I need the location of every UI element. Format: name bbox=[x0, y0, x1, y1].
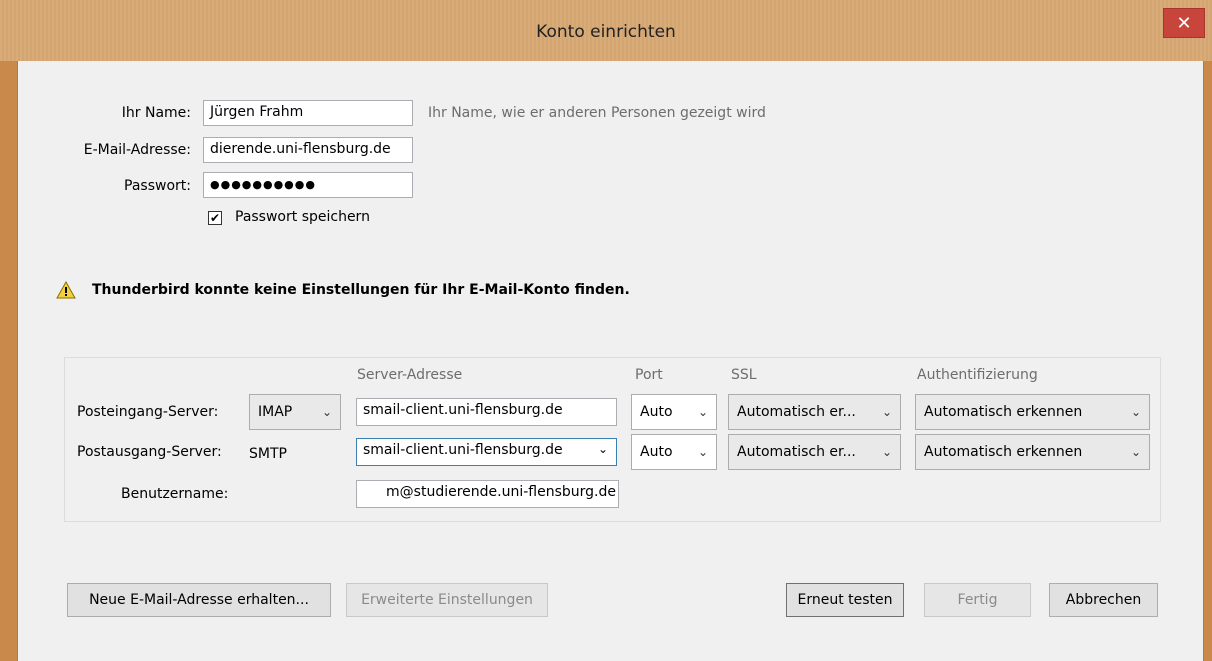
column-ssl: SSL bbox=[731, 367, 757, 383]
column-port: Port bbox=[635, 367, 663, 383]
username-label: Benutzername: bbox=[121, 486, 229, 502]
server-settings-panel: Server-Adresse Port SSL Authentifizierun… bbox=[64, 357, 1161, 522]
incoming-ssl-select[interactable]: Automatisch er... ⌄ bbox=[728, 394, 901, 430]
outgoing-auth-select[interactable]: Automatisch erkennen ⌄ bbox=[915, 434, 1150, 470]
incoming-auth-select[interactable]: Automatisch erkennen ⌄ bbox=[915, 394, 1150, 430]
name-label: Ihr Name: bbox=[121, 105, 191, 121]
chevron-down-icon: ⌄ bbox=[697, 405, 708, 419]
chevron-down-icon: ⌄ bbox=[597, 442, 608, 456]
incoming-ssl-value: Automatisch er... bbox=[737, 404, 856, 420]
username-input[interactable]: m@studierende.uni-flensburg.de bbox=[356, 480, 619, 508]
outgoing-ssl-select[interactable]: Automatisch er... ⌄ bbox=[728, 434, 901, 470]
name-hint: Ihr Name, wie er anderen Personen gezeig… bbox=[428, 105, 766, 121]
close-icon: ✕ bbox=[1176, 13, 1192, 34]
advanced-settings-button[interactable]: Erweiterte Einstellungen bbox=[346, 583, 548, 617]
email-input[interactable]: dierende.uni-flensburg.de bbox=[203, 137, 413, 163]
chevron-down-icon: ⌄ bbox=[881, 405, 892, 419]
done-button[interactable]: Fertig bbox=[924, 583, 1031, 617]
password-input[interactable]: ●●●●●●●●●● bbox=[203, 172, 413, 198]
outgoing-server-label: Postausgang-Server: bbox=[77, 444, 222, 460]
window-title: Konto einrichten bbox=[536, 22, 676, 42]
column-authentication: Authentifizierung bbox=[917, 367, 1038, 383]
name-input[interactable]: Jürgen Frahm bbox=[203, 100, 413, 126]
outgoing-ssl-value: Automatisch er... bbox=[737, 444, 856, 460]
incoming-port-value: Auto bbox=[640, 404, 673, 420]
outgoing-auth-value: Automatisch erkennen bbox=[924, 444, 1083, 460]
save-password-label[interactable]: Passwort speichern bbox=[235, 209, 370, 225]
title-bar[interactable]: Konto einrichten ✕ bbox=[0, 0, 1212, 61]
password-label: Passwort: bbox=[124, 178, 191, 194]
dialog-window: Konto einrichten ✕ Ihr Name: Jürgen Frah… bbox=[0, 0, 1212, 661]
chevron-down-icon: ⌄ bbox=[321, 405, 332, 419]
outgoing-port-value: Auto bbox=[640, 444, 673, 460]
checkmark-icon: ✔ bbox=[209, 211, 221, 225]
incoming-protocol-value: IMAP bbox=[258, 404, 293, 420]
outgoing-server-address-input[interactable]: smail-client.uni-flensburg.de ⌄ bbox=[356, 438, 617, 466]
chevron-down-icon: ⌄ bbox=[1130, 405, 1141, 419]
chevron-down-icon: ⌄ bbox=[697, 445, 708, 459]
incoming-port-select[interactable]: Auto ⌄ bbox=[631, 394, 717, 430]
close-button[interactable]: ✕ bbox=[1163, 8, 1205, 38]
warning-text: Thunderbird konnte keine Einstellungen f… bbox=[92, 282, 630, 298]
incoming-server-label: Posteingang-Server: bbox=[77, 404, 219, 420]
chevron-down-icon: ⌄ bbox=[1130, 445, 1141, 459]
email-label: E-Mail-Adresse: bbox=[83, 142, 191, 158]
incoming-auth-value: Automatisch erkennen bbox=[924, 404, 1083, 420]
column-server-address: Server-Adresse bbox=[357, 367, 463, 383]
new-email-button[interactable]: Neue E-Mail-Adresse erhalten... bbox=[67, 583, 331, 617]
outgoing-port-select[interactable]: Auto ⌄ bbox=[631, 434, 717, 470]
outgoing-server-address-value: smail-client.uni-flensburg.de bbox=[363, 442, 563, 458]
cancel-button[interactable]: Abbrechen bbox=[1049, 583, 1158, 617]
save-password-checkbox[interactable]: ✔ bbox=[208, 211, 222, 225]
retest-button[interactable]: Erneut testen bbox=[786, 583, 904, 617]
outgoing-protocol-label: SMTP bbox=[249, 446, 287, 462]
warning-triangle-icon bbox=[56, 281, 76, 299]
incoming-protocol-select[interactable]: IMAP ⌄ bbox=[249, 394, 341, 430]
chevron-down-icon: ⌄ bbox=[881, 445, 892, 459]
incoming-server-address-input[interactable]: smail-client.uni-flensburg.de bbox=[356, 398, 617, 426]
